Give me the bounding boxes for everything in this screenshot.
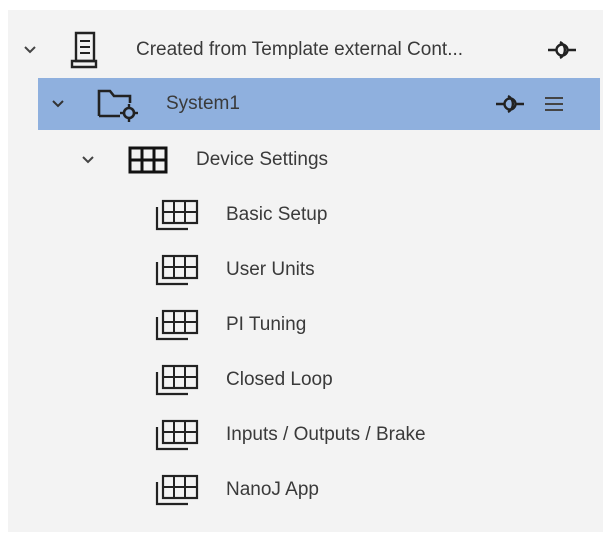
tree-label-child: NanoJ App: [226, 479, 319, 500]
table-stack-icon: [154, 198, 200, 232]
tree-label-child: Closed Loop: [226, 369, 333, 390]
tree-row-system1[interactable]: System1: [38, 78, 600, 130]
tree-label-child: Inputs / Outputs / Brake: [226, 424, 426, 445]
tree-label-child: User Units: [226, 259, 315, 280]
link-node-icon[interactable]: [494, 92, 526, 116]
chevron-down-icon[interactable]: [22, 42, 38, 58]
tree-row-child[interactable]: Basic Setup: [8, 189, 603, 241]
hamburger-icon[interactable]: [544, 95, 564, 113]
project-tree: Created from Template external Cont... S…: [8, 10, 603, 532]
tree-label-root: Created from Template external Cont...: [136, 39, 464, 60]
tree-row-child[interactable]: NanoJ App: [8, 464, 603, 516]
chevron-down-icon[interactable]: [80, 152, 96, 168]
document-icon: [70, 30, 98, 70]
tree-label-device-settings: Device Settings: [196, 149, 329, 170]
tree-row-child[interactable]: Inputs / Outputs / Brake: [8, 409, 603, 461]
tree-row-child[interactable]: Closed Loop: [8, 354, 603, 406]
table-stack-icon: [154, 418, 200, 452]
tree-row-root[interactable]: Created from Template external Cont...: [8, 24, 603, 76]
grid-icon: [128, 146, 168, 174]
folder-gear-icon: [96, 86, 140, 122]
link-node-icon[interactable]: [546, 38, 578, 62]
tree-row-child[interactable]: PI Tuning: [8, 299, 603, 351]
table-stack-icon: [154, 473, 200, 507]
tree-row-device-settings[interactable]: Device Settings: [8, 134, 603, 186]
table-stack-icon: [154, 308, 200, 342]
tree-label-child: Basic Setup: [226, 204, 328, 225]
table-stack-icon: [154, 253, 200, 287]
tree-row-child[interactable]: User Units: [8, 244, 603, 296]
tree-label-child: PI Tuning: [226, 314, 307, 335]
tree-label-system1: System1: [166, 93, 240, 114]
table-stack-icon: [154, 363, 200, 397]
chevron-down-icon[interactable]: [50, 96, 66, 112]
